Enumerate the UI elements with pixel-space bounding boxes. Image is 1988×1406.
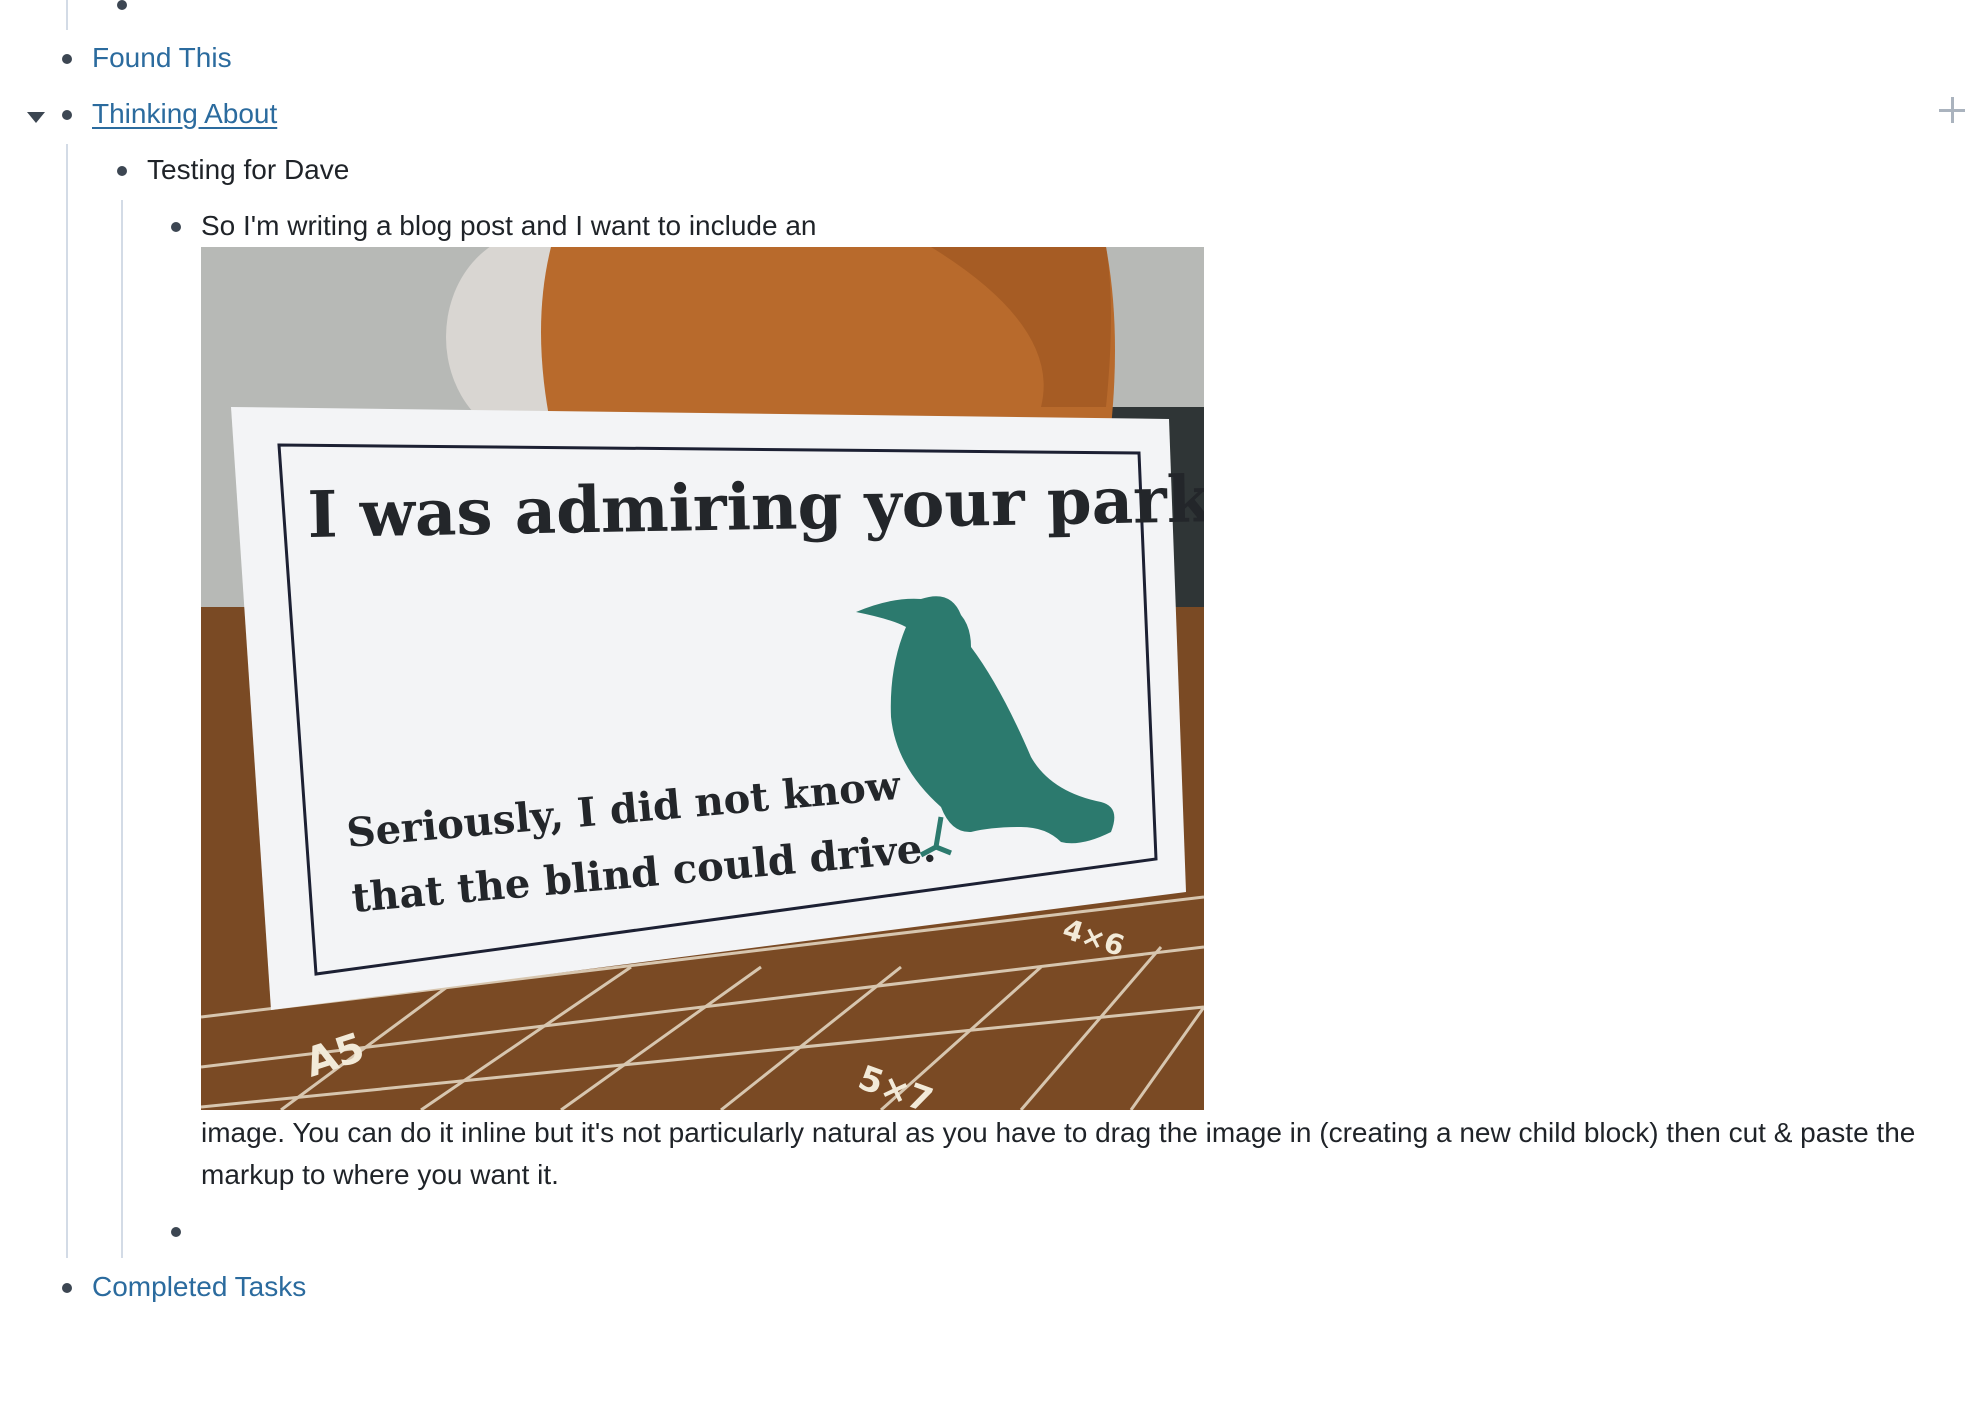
bullet-note[interactable]	[171, 222, 181, 232]
bullet-completed-tasks[interactable]	[62, 1283, 72, 1293]
block-note-line-2[interactable]: image. You can do it inline but it's not…	[201, 1112, 1946, 1196]
bullet-empty-top[interactable]	[117, 0, 127, 10]
block-note-line-1[interactable]: So I'm writing a blog post and I want to…	[201, 206, 816, 246]
plus-icon[interactable]	[1939, 97, 1965, 123]
indent-guide-testing-for-dave	[121, 200, 123, 1258]
indent-guide-thinking-about	[66, 144, 68, 1258]
caret-down-icon[interactable]	[27, 112, 45, 123]
page-link-thinking-about[interactable]: Thinking About	[92, 94, 277, 134]
embedded-image: A5 4×6 5×7 I was admiring your parking. …	[201, 247, 1204, 1110]
bullet-found-this[interactable]	[62, 54, 72, 64]
indent-guide-top	[66, 0, 68, 30]
page-link-completed-tasks[interactable]: Completed Tasks	[92, 1267, 306, 1307]
bullet-empty-child[interactable]	[171, 1227, 181, 1237]
block-testing-for-dave[interactable]: Testing for Dave	[147, 150, 349, 190]
page-link-found-this[interactable]: Found This	[92, 38, 232, 78]
bullet-thinking-about[interactable]	[62, 110, 72, 120]
bullet-testing-for-dave[interactable]	[117, 166, 127, 176]
